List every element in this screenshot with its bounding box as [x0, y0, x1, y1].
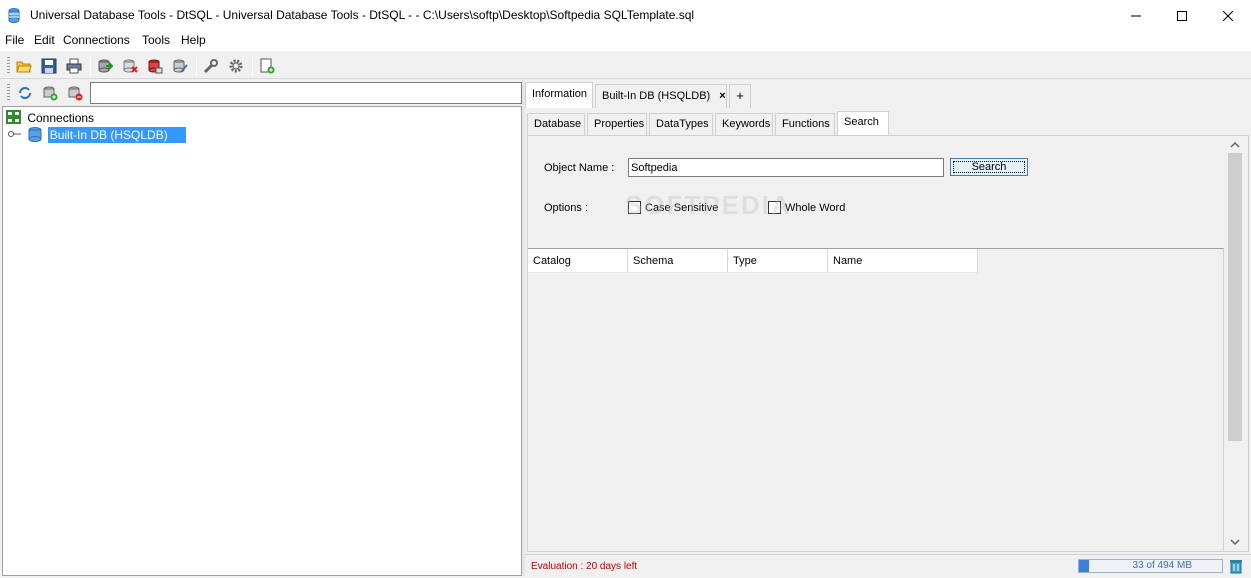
toolbar-grip[interactable]: [7, 57, 10, 74]
remove-connection-button[interactable]: [65, 83, 85, 103]
remove-db-button[interactable]: [145, 56, 165, 76]
subtab-keywords[interactable]: Keywords: [715, 113, 773, 135]
memory-usage-fill: [1079, 560, 1089, 572]
save-button[interactable]: [39, 56, 59, 76]
connections-toolbar: [2, 80, 522, 106]
print-button[interactable]: [64, 56, 84, 76]
gear-icon: [229, 59, 243, 73]
connections-tree[interactable]: Connections Built-In DB (HSQLDB): [2, 106, 522, 576]
information-pane: Information Built-In DB (HSQLDB) × + Dat…: [525, 80, 1251, 576]
column-header-name[interactable]: Name: [828, 249, 978, 273]
search-panel: Object Name : Search Options : Case Sens…: [527, 135, 1249, 552]
save-icon: [41, 58, 57, 74]
whole-word-checkbox[interactable]: [768, 201, 781, 214]
menu-tools[interactable]: Tools: [142, 33, 170, 47]
menu-bar: File Edit Connections Tools Help: [0, 31, 1251, 51]
subtab-database[interactable]: Database: [527, 113, 585, 135]
column-header-type[interactable]: Type: [728, 249, 828, 273]
title-bar: Universal Database Tools - DtSQL - Unive…: [0, 0, 1251, 31]
main-toolbar: [0, 52, 1251, 79]
window-title: Universal Database Tools - DtSQL - Unive…: [30, 8, 695, 22]
evaluation-status: Evaluation : 20 days left: [531, 561, 638, 572]
menu-file[interactable]: File: [5, 33, 24, 47]
connect-button[interactable]: [95, 56, 115, 76]
tab-add-button[interactable]: +: [729, 84, 751, 108]
column-header-schema[interactable]: Schema: [628, 249, 728, 273]
object-name-label: Object Name :: [544, 162, 615, 174]
options-label: Options :: [544, 202, 589, 214]
connections-pane: Connections Built-In DB (HSQLDB): [2, 80, 522, 576]
case-sensitive-checkbox[interactable]: [628, 201, 641, 214]
refresh-button[interactable]: [15, 83, 35, 103]
toolbar-separator: [196, 56, 197, 76]
tools-button[interactable]: [201, 56, 221, 76]
memory-usage-bar[interactable]: 33 of 494 MB: [1078, 559, 1223, 573]
disconnect-db-icon: [123, 59, 138, 73]
tree-node-label: Built-In DB (HSQLDB): [47, 127, 186, 143]
refresh-icon: [19, 87, 31, 99]
maximize-icon: [1177, 10, 1187, 21]
print-icon: [66, 58, 82, 74]
disconnect-button[interactable]: [120, 56, 140, 76]
tree-root-label: Connections: [27, 111, 95, 125]
tab-information[interactable]: Information: [525, 82, 593, 108]
wrench-icon: [203, 59, 218, 74]
tab-builtin-db-label: Built-In DB (HSQLDB): [602, 90, 711, 102]
app-database-icon: [8, 8, 20, 23]
subtab-functions[interactable]: Functions: [775, 113, 835, 135]
column-header-catalog[interactable]: Catalog: [528, 249, 628, 273]
menu-help[interactable]: Help: [181, 33, 206, 47]
results-table[interactable]: Catalog Schema Type Name: [528, 248, 1224, 551]
scroll-down-icon[interactable]: [1226, 535, 1244, 549]
subtab-search[interactable]: Search: [837, 111, 889, 135]
whole-word-label: Whole Word: [785, 202, 846, 214]
tree-key-icon: [8, 131, 21, 137]
open-folder-icon: [16, 61, 32, 73]
menu-edit[interactable]: Edit: [34, 33, 55, 47]
toolbar-separator: [252, 56, 253, 76]
add-connection-button[interactable]: [40, 83, 60, 103]
settings-button[interactable]: [226, 56, 246, 76]
status-bar: Evaluation : 20 days left 33 of 494 MB: [525, 554, 1251, 576]
garbage-collect-icon[interactable]: [1229, 558, 1243, 574]
subtab-properties[interactable]: Properties: [587, 113, 647, 135]
close-icon: [1223, 10, 1233, 21]
object-name-input[interactable]: [628, 158, 944, 177]
toolbar-separator: [90, 56, 91, 76]
case-sensitive-label: Case Sensitive: [645, 202, 719, 214]
edit-db-button[interactable]: [170, 56, 190, 76]
new-document-icon: [260, 58, 275, 74]
vertical-scrollbar[interactable]: [1226, 136, 1246, 551]
tab-builtin-db[interactable]: Built-In DB (HSQLDB) ×: [595, 84, 727, 108]
search-button[interactable]: Search: [950, 158, 1028, 176]
edit-db-icon: [173, 59, 188, 73]
memory-usage-text: 33 of 494 MB: [1132, 560, 1192, 571]
maximize-button[interactable]: [1159, 0, 1205, 31]
new-document-button[interactable]: [257, 56, 277, 76]
close-button[interactable]: [1205, 0, 1251, 31]
remove-connection-icon: [68, 86, 83, 101]
minimize-icon: [1131, 15, 1141, 16]
connection-filter-input[interactable]: [90, 82, 522, 104]
remove-db-icon: [148, 59, 163, 74]
tree-root-connections[interactable]: Connections: [6, 110, 94, 125]
connect-db-icon: [98, 59, 113, 73]
minimize-button[interactable]: [1113, 0, 1159, 31]
toolbar-grip[interactable]: [7, 84, 10, 101]
menu-connections[interactable]: Connections: [63, 33, 130, 47]
tab-close-icon[interactable]: ×: [719, 90, 725, 102]
network-icon: [6, 110, 21, 124]
add-connection-icon: [43, 86, 58, 101]
database-icon: [28, 127, 42, 142]
scrollbar-thumb[interactable]: [1228, 153, 1242, 441]
open-button[interactable]: [14, 56, 34, 76]
scroll-up-icon[interactable]: [1226, 138, 1244, 152]
tree-node-builtin-db[interactable]: Built-In DB (HSQLDB): [8, 127, 186, 143]
subtab-datatypes[interactable]: DataTypes: [649, 113, 713, 135]
